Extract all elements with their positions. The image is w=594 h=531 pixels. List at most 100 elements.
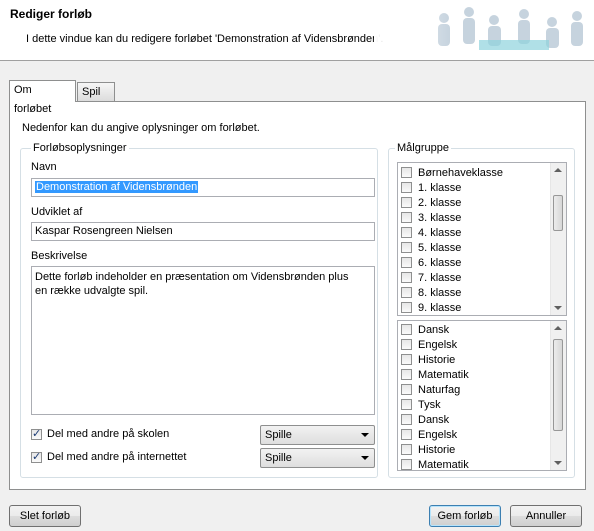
subject-label: Historie [418, 443, 456, 456]
name-label: Navn [31, 161, 57, 173]
subjects-list[interactable]: Dansk Engelsk Historie Matematik Naturfa… [397, 320, 567, 471]
intro-text: Nedenfor kan du angive oplysninger om fo… [22, 122, 260, 134]
author-label: Udviklet af [31, 206, 83, 218]
scroll-thumb[interactable] [553, 195, 563, 231]
grade-checkbox[interactable] [401, 182, 412, 193]
chevron-down-icon [361, 433, 369, 437]
grade-checkbox[interactable] [401, 242, 412, 253]
share-internet-row: Del med andre på internettet [31, 450, 187, 463]
tab-om-forlobet[interactable]: Om forløbet [9, 80, 76, 115]
share-internet-label: Del med andre på internettet [47, 451, 187, 463]
tab-spil[interactable]: Spil [77, 82, 115, 101]
share-internet-mode: Spille [265, 452, 292, 464]
name-input[interactable]: Demonstration af Vidensbrønden [31, 178, 375, 197]
tab-label: Om forløbet [14, 84, 52, 115]
share-school-row: Del med andre på skolen [31, 427, 170, 440]
header-decoration-image [374, 0, 594, 60]
share-school-label: Del med andre på skolen [47, 428, 170, 440]
grade-item[interactable]: 8. klasse [398, 285, 566, 300]
delete-course-label: Slet forløb [19, 510, 71, 522]
subject-label: Matematik [418, 368, 469, 381]
subject-checkbox[interactable] [401, 399, 412, 410]
dialog-header: Rediger forløb I dette vindue kan du red… [0, 0, 594, 61]
subject-item[interactable]: Engelsk [398, 337, 566, 352]
scroll-up-icon[interactable] [554, 326, 562, 330]
grade-checkbox[interactable] [401, 227, 412, 238]
grade-label: 4. klasse [418, 226, 462, 239]
description-textarea[interactable]: Dette forløb indeholder en præsentation … [31, 266, 375, 415]
grade-checkbox[interactable] [401, 212, 412, 223]
grade-label: 3. klasse [418, 211, 462, 224]
subject-checkbox[interactable] [401, 324, 412, 335]
grade-label: 6. klasse [418, 256, 462, 269]
grade-item[interactable]: 2. klasse [398, 195, 566, 210]
share-internet-dropdown[interactable]: Spille [260, 448, 375, 468]
subject-label: Tysk [418, 398, 441, 411]
subject-label: Dansk [418, 413, 450, 426]
subject-checkbox[interactable] [401, 354, 412, 365]
author-value: Kaspar Rosengreen Nielsen [35, 225, 173, 237]
subject-label: Engelsk [418, 428, 458, 441]
cancel-label: Annuller [525, 510, 567, 522]
subject-item[interactable]: Dansk [398, 322, 566, 337]
author-input[interactable]: Kaspar Rosengreen Nielsen [31, 222, 375, 241]
grade-item[interactable]: 3. klasse [398, 210, 566, 225]
subject-label: Naturfag [418, 383, 461, 396]
grade-label: 7. klasse [418, 271, 462, 284]
subject-label: Matematik [418, 458, 469, 471]
save-course-button[interactable]: Gem forløb [429, 505, 501, 527]
subject-item[interactable]: Engelsk [398, 427, 566, 442]
share-school-mode: Spille [265, 429, 292, 441]
subject-checkbox[interactable] [401, 339, 412, 350]
subject-checkbox[interactable] [401, 429, 412, 440]
subject-checkbox[interactable] [401, 459, 412, 470]
tab-panel: Nedenfor kan du angive oplysninger om fo… [9, 101, 586, 490]
subject-checkbox[interactable] [401, 414, 412, 425]
target-group-legend: Målgruppe [395, 142, 451, 154]
subject-item[interactable]: Historie [398, 442, 566, 457]
grades-scrollbar[interactable] [550, 163, 566, 315]
grade-checkbox[interactable] [401, 272, 412, 283]
grade-label: Børnehaveklasse [418, 166, 503, 179]
grade-checkbox[interactable] [401, 197, 412, 208]
subjects-scrollbar[interactable] [550, 321, 566, 470]
subject-item[interactable]: Historie [398, 352, 566, 367]
scroll-up-icon[interactable] [554, 168, 562, 172]
grade-checkbox[interactable] [401, 257, 412, 268]
scroll-down-icon[interactable] [554, 306, 562, 310]
grade-checkbox[interactable] [401, 287, 412, 298]
subject-label: Dansk [418, 323, 450, 336]
save-course-label: Gem forløb [437, 510, 493, 522]
share-internet-checkbox[interactable] [31, 450, 42, 463]
scroll-thumb[interactable] [553, 339, 563, 431]
share-school-checkbox[interactable] [31, 427, 42, 440]
delete-course-button[interactable]: Slet forløb [9, 505, 81, 527]
grades-list[interactable]: Børnehaveklasse 1. klasse 2. klasse 3. k… [397, 162, 567, 316]
subject-checkbox[interactable] [401, 444, 412, 455]
grade-item[interactable]: 4. klasse [398, 225, 566, 240]
grade-item[interactable]: Børnehaveklasse [398, 165, 566, 180]
subject-item[interactable]: Dansk [398, 412, 566, 427]
grade-checkbox[interactable] [401, 167, 412, 178]
chevron-down-icon [361, 456, 369, 460]
details-legend: Forløbsoplysninger [31, 142, 129, 154]
grade-item[interactable]: 9. klasse [398, 300, 566, 315]
grade-item[interactable]: 5. klasse [398, 240, 566, 255]
subject-item[interactable]: Matematik [398, 367, 566, 382]
grade-label: 5. klasse [418, 241, 462, 254]
cancel-button[interactable]: Annuller [510, 505, 582, 527]
share-school-dropdown[interactable]: Spille [260, 425, 375, 445]
grade-item[interactable]: 1. klasse [398, 180, 566, 195]
scroll-down-icon[interactable] [554, 461, 562, 465]
subject-checkbox[interactable] [401, 369, 412, 380]
details-group: Forløbsoplysninger Navn Demonstration af… [20, 142, 378, 478]
subject-item[interactable]: Tysk [398, 397, 566, 412]
subject-item[interactable]: Matematik [398, 457, 566, 471]
dialog-title: Rediger forløb [10, 7, 93, 21]
subject-item[interactable]: Naturfag [398, 382, 566, 397]
grade-item[interactable]: 6. klasse [398, 255, 566, 270]
grade-checkbox[interactable] [401, 302, 412, 313]
grade-item[interactable]: 7. klasse [398, 270, 566, 285]
subject-checkbox[interactable] [401, 384, 412, 395]
tab-label: Spil [82, 86, 101, 98]
